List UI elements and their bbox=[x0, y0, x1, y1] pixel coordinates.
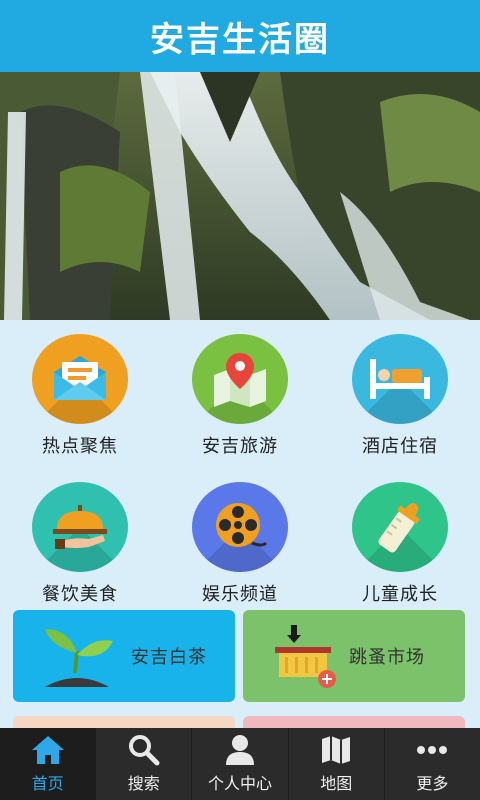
category-label: 娱乐频道 bbox=[202, 584, 278, 605]
tile-label: 跳蚤市场 bbox=[349, 647, 425, 668]
tile-flea-market[interactable]: 跳蚤市场 bbox=[243, 610, 465, 702]
baby-bottle-icon bbox=[352, 482, 448, 572]
category-label: 安吉旅游 bbox=[202, 436, 278, 457]
sprout-icon bbox=[45, 629, 113, 687]
banner-carousel[interactable] bbox=[0, 72, 480, 320]
category-grid: 热点聚焦 安吉旅游 酒店住宿 餐饮美食 娱乐频道 儿童成长 bbox=[0, 322, 480, 605]
category-label: 热点聚焦 bbox=[42, 436, 118, 457]
category-label: 儿童成长 bbox=[362, 584, 438, 605]
map-pin-icon bbox=[192, 334, 288, 424]
basket-icon bbox=[275, 625, 336, 688]
more-icon bbox=[417, 746, 448, 754]
tab-label: 地图 bbox=[320, 774, 353, 793]
bed-icon bbox=[352, 334, 448, 424]
map-icon bbox=[322, 736, 351, 764]
tile-white-tea[interactable]: 安吉白茶 bbox=[13, 610, 235, 702]
app-header: 安吉生活圈 bbox=[0, 0, 480, 72]
category-label: 酒店住宿 bbox=[362, 436, 438, 457]
tab-label: 首页 bbox=[31, 774, 64, 793]
tab-label: 搜索 bbox=[127, 774, 160, 793]
tab-map[interactable]: 地图 bbox=[289, 728, 385, 800]
category-food[interactable]: 餐饮美食 bbox=[0, 470, 160, 606]
search-icon bbox=[128, 735, 160, 766]
tab-home[interactable]: 首页 bbox=[0, 728, 97, 800]
category-entertainment[interactable]: 娱乐频道 bbox=[160, 470, 320, 606]
envelope-icon bbox=[32, 334, 128, 424]
tab-search[interactable]: 搜索 bbox=[96, 728, 193, 800]
category-children[interactable]: 儿童成长 bbox=[320, 470, 480, 606]
category-tourism[interactable]: 安吉旅游 bbox=[160, 322, 320, 458]
category-hot-news[interactable]: 热点聚焦 bbox=[0, 322, 160, 458]
waterfall-photo bbox=[0, 72, 480, 320]
category-label: 餐饮美食 bbox=[42, 584, 118, 605]
tab-label: 个人中心 bbox=[208, 774, 273, 793]
tile-label: 安吉白茶 bbox=[131, 647, 207, 668]
film-reel-icon bbox=[192, 482, 288, 572]
tab-more[interactable]: 更多 bbox=[385, 728, 480, 800]
app-title: 安吉生活圈 bbox=[150, 19, 330, 60]
tab-profile[interactable]: 个人中心 bbox=[192, 728, 289, 800]
user-icon bbox=[226, 735, 254, 765]
category-hotel[interactable]: 酒店住宿 bbox=[320, 322, 480, 458]
tab-label: 更多 bbox=[416, 774, 449, 793]
bottom-tab-bar: 首页 搜索 个人中心 地图 更多 bbox=[0, 728, 480, 800]
food-cloche-icon bbox=[32, 482, 128, 572]
home-icon bbox=[31, 736, 64, 764]
